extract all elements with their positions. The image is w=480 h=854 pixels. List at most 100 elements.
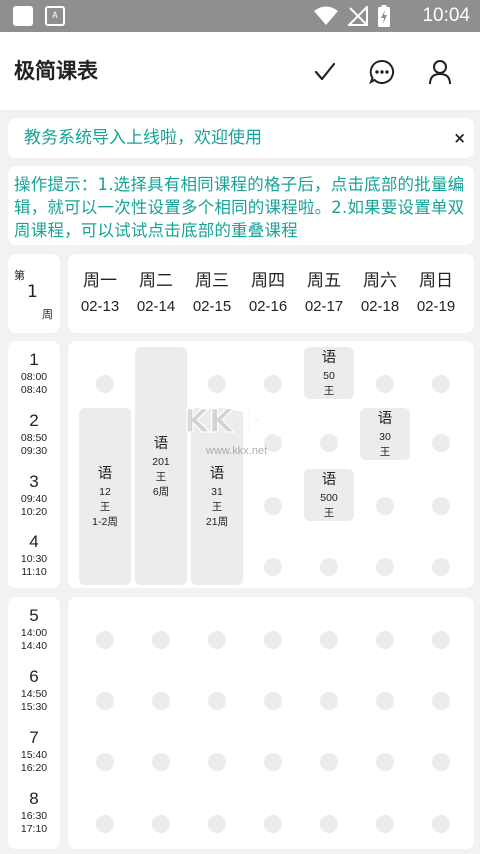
- status-bar: A 10:04: [0, 0, 480, 32]
- empty-cell[interactable]: [208, 815, 226, 833]
- empty-cell[interactable]: [432, 558, 450, 576]
- empty-cell[interactable]: [432, 497, 450, 515]
- empty-cell[interactable]: [376, 631, 394, 649]
- afternoon-grid: [68, 597, 474, 849]
- announcement-banner[interactable]: 教务系统导入上线啦，欢迎使用 ×: [8, 118, 474, 158]
- slot-6: 6 14:50 15:30: [20, 667, 48, 713]
- course-block[interactable]: 语 50 王: [304, 347, 354, 399]
- check-icon: [314, 62, 336, 81]
- empty-cell[interactable]: [320, 815, 338, 833]
- empty-cell[interactable]: [432, 692, 450, 710]
- empty-cell[interactable]: [152, 692, 170, 710]
- watermark-url: www.kkx.net: [205, 445, 267, 457]
- day-header-wed: 周三 02-15: [192, 271, 232, 315]
- person-icon: [429, 60, 451, 85]
- empty-cell[interactable]: [320, 434, 338, 452]
- empty-cell[interactable]: [152, 815, 170, 833]
- course-weeks: 6周: [152, 485, 170, 498]
- status-icons: [314, 5, 390, 27]
- slot-8: 8 16:30 17:10: [20, 789, 48, 835]
- slot-5: 5 14:00 14:40: [20, 606, 48, 652]
- course-teacher: 王: [155, 470, 167, 483]
- week-label-top: 第: [14, 269, 25, 282]
- empty-cell[interactable]: [208, 692, 226, 710]
- course-teacher: 王: [323, 385, 335, 397]
- morning-slots: 1 08:00 08:40 2 08:50 09:30 3 09:40 10:20 4 10:…: [8, 341, 60, 588]
- close-icon[interactable]: ×: [453, 118, 466, 158]
- watermark-logo: KK下载 www.kkx.net: [183, 401, 298, 457]
- course-name: 语: [97, 466, 113, 482]
- slot-1: 1 08:00 08:40: [20, 350, 48, 396]
- course-name: 语: [321, 350, 337, 366]
- empty-cell[interactable]: [376, 692, 394, 710]
- empty-cell[interactable]: [264, 558, 282, 576]
- page-title: 极简课表: [14, 59, 98, 83]
- empty-cell[interactable]: [264, 631, 282, 649]
- empty-cell[interactable]: [152, 631, 170, 649]
- empty-cell[interactable]: [376, 815, 394, 833]
- empty-cell[interactable]: [432, 375, 450, 393]
- empty-cell[interactable]: [96, 815, 114, 833]
- empty-cell[interactable]: [264, 692, 282, 710]
- notification-a-icon: A: [45, 6, 65, 26]
- course-room: 201: [152, 455, 170, 468]
- day-header-sat: 周六 02-18: [360, 271, 400, 315]
- empty-cell[interactable]: [432, 815, 450, 833]
- empty-cell[interactable]: [320, 631, 338, 649]
- course-room: 31: [211, 486, 223, 498]
- empty-cell[interactable]: [96, 375, 114, 393]
- empty-cell[interactable]: [152, 753, 170, 771]
- slot-7: 7 15:40 16:20: [20, 728, 48, 774]
- banner-text: 教务系统导入上线啦，欢迎使用: [24, 128, 262, 148]
- empty-cell[interactable]: [208, 631, 226, 649]
- course-block[interactable]: 语 201 王 6周: [135, 347, 187, 585]
- course-name: 语: [209, 466, 225, 482]
- week-label-bottom: 周: [42, 308, 53, 321]
- operation-tip: 操作提示：1.选择具有相同课程的格子后，点击底部的批量编辑，就可以一次性设置多个…: [8, 166, 474, 245]
- course-block[interactable]: 语 30 王: [360, 408, 410, 460]
- day-header-mon: 周一 02-13: [80, 271, 120, 315]
- empty-cell[interactable]: [432, 631, 450, 649]
- empty-cell[interactable]: [208, 375, 226, 393]
- profile-button[interactable]: [425, 57, 455, 87]
- empty-cell[interactable]: [376, 558, 394, 576]
- course-weeks: 21周: [205, 516, 229, 528]
- course-teacher: 王: [211, 501, 223, 513]
- course-name: 语: [153, 435, 169, 452]
- empty-cell[interactable]: [208, 753, 226, 771]
- slot-3: 3 09:40 10:20: [20, 472, 48, 518]
- course-name: 语: [377, 411, 393, 427]
- chat-bubble-icon: [369, 59, 394, 85]
- wifi-icon: [314, 6, 338, 25]
- empty-cell[interactable]: [96, 753, 114, 771]
- empty-cell[interactable]: [264, 497, 282, 515]
- empty-cell[interactable]: [320, 753, 338, 771]
- day-header-sun: 周日 02-19: [416, 271, 456, 315]
- empty-cell[interactable]: [432, 753, 450, 771]
- empty-cell[interactable]: [264, 753, 282, 771]
- empty-cell[interactable]: [264, 375, 282, 393]
- empty-cell[interactable]: [264, 815, 282, 833]
- battery-charging-icon: [378, 5, 390, 27]
- empty-cell[interactable]: [96, 631, 114, 649]
- week-indicator[interactable]: 第 1 周: [8, 254, 60, 333]
- empty-cell[interactable]: [376, 497, 394, 515]
- confirm-button[interactable]: [310, 57, 340, 87]
- empty-cell[interactable]: [320, 692, 338, 710]
- empty-cell[interactable]: [376, 375, 394, 393]
- empty-cell[interactable]: [320, 558, 338, 576]
- course-block[interactable]: 语 500 王: [304, 469, 354, 521]
- empty-cell[interactable]: [96, 692, 114, 710]
- day-header-fri: 周五 02-17: [304, 271, 344, 315]
- day-header-tue: 周二 02-14: [136, 271, 176, 315]
- slot-4: 4 10:30 11:10: [20, 532, 48, 578]
- course-block[interactable]: 语 12 王 1-2周: [79, 408, 131, 585]
- course-room: 30: [379, 431, 391, 443]
- empty-cell[interactable]: [432, 434, 450, 452]
- notification-square-icon: [13, 6, 33, 26]
- course-teacher: 王: [99, 501, 111, 513]
- clock: 10:04: [422, 5, 470, 26]
- empty-cell[interactable]: [376, 753, 394, 771]
- morning-grid: 语 12 王 1-2周语 201 王 6周语 31 王 21周语 50 王语 500 王语 30 王: [68, 341, 474, 588]
- message-button[interactable]: [367, 57, 397, 87]
